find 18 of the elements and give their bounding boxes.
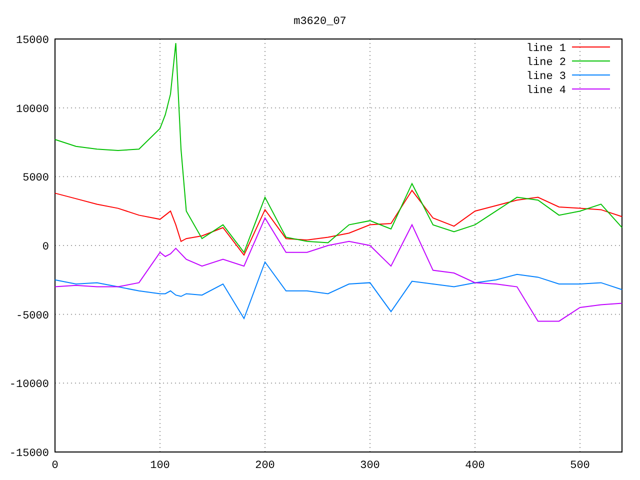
legend-label: line 1 [526, 43, 566, 55]
tick-label: 500 [570, 460, 590, 472]
legend-label: line 4 [526, 85, 566, 97]
tick-label: 100 [150, 460, 170, 472]
tick-label: 0 [52, 460, 58, 472]
tick-label: 200 [255, 460, 275, 472]
tick-label: -15000 [9, 448, 49, 460]
tick-label: -10000 [9, 379, 49, 392]
tick-label: 0 [42, 242, 49, 254]
tick-label: 15000 [16, 35, 49, 47]
tick-label: -5000 [16, 310, 49, 322]
legend-label: line 2 [526, 57, 566, 69]
chart-title: m3620_07 [294, 16, 346, 28]
tick-label: 10000 [16, 104, 49, 116]
tick-label: 5000 [22, 172, 49, 185]
tick-label: 400 [465, 460, 485, 472]
legend-label: line 3 [526, 71, 566, 83]
tick-label: 300 [360, 460, 380, 472]
